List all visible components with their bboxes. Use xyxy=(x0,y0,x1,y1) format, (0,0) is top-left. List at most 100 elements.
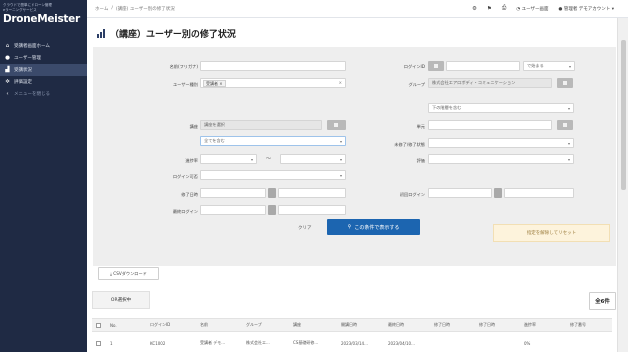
close-icon[interactable]: × xyxy=(339,80,342,85)
reset-button[interactable]: 指定を解除してリセット xyxy=(493,224,610,242)
table-cell xyxy=(570,334,608,352)
last-login-label: 最終ログイン xyxy=(172,209,198,214)
bar-chart-icon xyxy=(97,29,106,38)
login-id-clear-button[interactable] xyxy=(428,61,444,71)
group-hierarchy-value: 下の階層を含む xyxy=(432,105,462,110)
column-header[interactable]: 最終日時 xyxy=(388,319,428,331)
table-cell xyxy=(479,334,517,352)
group-label: グループ xyxy=(408,82,426,87)
range-tilde: 〜 xyxy=(266,156,272,162)
table-cell: 2023/03/14... xyxy=(341,340,368,346)
user-screen-link[interactable]: ◔ ユーザー画面 xyxy=(516,6,548,12)
progress-label: 進捗率 xyxy=(185,158,198,163)
group-select-button[interactable] xyxy=(557,78,573,88)
progress-min-select[interactable]: ▾ xyxy=(200,154,257,164)
first-login-to[interactable] xyxy=(504,188,574,198)
unit-select-button[interactable] xyxy=(557,120,573,130)
select-all-checkbox[interactable] xyxy=(96,319,104,331)
search-button-label: この条件で表示する xyxy=(354,224,400,231)
date-separator xyxy=(268,205,276,215)
logo: DroneMeister xyxy=(3,13,80,25)
breadcrumb-home[interactable]: ホーム xyxy=(95,6,108,12)
table-cell[interactable]: 受講者 デモ... xyxy=(200,334,240,352)
column-header[interactable]: ログインID xyxy=(150,319,188,331)
unit-input[interactable] xyxy=(428,120,552,130)
top-header: ホーム / (講座) ユーザー別の修了状況 ⚙ ⚑ ⎙ ◔ ユーザー画面 ● 管… xyxy=(87,0,628,18)
sidebar-item-label: ユーザー管理 xyxy=(14,56,41,61)
finish-date-label: 修了日時 xyxy=(181,192,198,197)
flag-icon[interactable]: ⚑ xyxy=(487,6,492,12)
scrollbar[interactable] xyxy=(617,18,628,352)
group-hierarchy-select[interactable]: 下の階層を含む ▾ xyxy=(428,103,574,113)
status-tab[interactable]: OR選択中 xyxy=(92,291,150,309)
table-cell: 0% xyxy=(524,340,531,346)
reset-button-label: 指定を解除してリセット xyxy=(526,231,577,236)
gear-icon[interactable]: ⚙ xyxy=(472,6,477,12)
page-title-text: （講座）ユーザー別の修了状況 xyxy=(110,30,236,40)
course-select-button[interactable] xyxy=(327,120,346,130)
sidebar-item-home[interactable]: ⌂ 受講者画面ホーム xyxy=(0,40,87,52)
finish-date-to[interactable] xyxy=(278,188,346,198)
printer-icon[interactable]: ⎙ xyxy=(502,5,506,12)
last-login-to[interactable] xyxy=(278,205,346,215)
login-id-input[interactable] xyxy=(446,61,520,71)
logo-area[interactable]: クラウドで簡単にドローン管理 eラーニングサービス DroneMeister xyxy=(0,0,87,40)
login-id-label: ログインID xyxy=(403,64,425,69)
first-login-label: 初回ログイン xyxy=(399,192,425,197)
scroll-thumb[interactable] xyxy=(621,40,626,190)
sidebar-item-status[interactable]: ▟ 受講状況 xyxy=(0,64,87,76)
evaluation-select[interactable]: ▾ xyxy=(428,154,574,164)
column-header[interactable]: 開講日時 xyxy=(341,319,381,331)
sidebar-item-label: 評価設定 xyxy=(14,80,32,85)
column-header[interactable]: 名前 xyxy=(200,319,240,331)
table-row[interactable]: 1 KC1002 受講者 デモ... 株式会社エ... CS基礎研修... 20… xyxy=(92,334,612,352)
account-name: 管理者 デモアカウント xyxy=(563,6,611,12)
page-title: （講座）ユーザー別の修了状況 xyxy=(97,27,236,40)
sidebar-item-close-menu[interactable]: ‹ メニューを閉じる xyxy=(0,88,87,100)
sidebar-item-users[interactable]: ● ユーザー管理 xyxy=(0,52,87,64)
last-login-from[interactable] xyxy=(200,205,266,215)
progress-max-select[interactable]: ▾ xyxy=(280,154,346,164)
first-login-from[interactable] xyxy=(428,188,492,198)
login-status-select[interactable]: ▾ xyxy=(200,170,346,180)
sidebar-item-evaluation[interactable]: ✲ 評価設定 xyxy=(0,76,87,88)
column-header[interactable]: No. xyxy=(110,319,132,331)
account-menu[interactable]: ● 管理者 デモアカウント ▾ xyxy=(559,6,615,12)
chevron-down-icon: ▾ xyxy=(568,64,571,69)
course-input[interactable]: 講座を選択 xyxy=(200,120,322,130)
sidebar-item-label: 受講状況 xyxy=(14,68,32,73)
evaluation-label: 評価 xyxy=(416,158,425,163)
completion-select[interactable]: ▾ xyxy=(428,138,574,148)
table-cell: 2023/04/10... xyxy=(388,340,415,346)
search-button[interactable]: ⚲ この条件で表示する xyxy=(327,219,420,235)
table-cell: 1 xyxy=(110,340,113,346)
row-checkbox[interactable] xyxy=(96,334,104,352)
table-cell: CS基礎研修... xyxy=(293,340,319,345)
column-header[interactable]: 修了日時 xyxy=(434,319,472,331)
column-header[interactable]: グループ xyxy=(246,319,286,331)
course-label: 講座 xyxy=(189,124,198,129)
breadcrumb-current: (講座) ユーザー別の修了状況 xyxy=(115,6,175,12)
column-header[interactable]: 修了番号 xyxy=(570,319,608,331)
finish-date-from[interactable] xyxy=(200,188,266,198)
home-icon: ⌂ xyxy=(5,43,10,49)
gear-icon: ✲ xyxy=(5,79,10,85)
chevron-down-icon: ▾ xyxy=(567,106,570,111)
user-type-tag[interactable]: 受講者 × xyxy=(203,80,226,87)
name-kana-label: 名前(フリガナ) xyxy=(169,64,198,69)
sidebar-item-label: 受講者画面ホーム xyxy=(14,44,50,49)
course-scope-select[interactable]: 全てを含む ▾ xyxy=(200,136,346,146)
clear-button[interactable]: クリア xyxy=(298,225,312,231)
group-input[interactable]: 株式会社エアロボディ・コミュニケーション xyxy=(428,78,552,88)
name-kana-input[interactable] xyxy=(200,61,346,71)
column-header[interactable]: 講座 xyxy=(293,319,333,331)
panel-notch xyxy=(345,248,359,255)
csv-download-button[interactable]: ⤓ CSVダウンロード xyxy=(98,267,159,280)
login-id-match-select[interactable]: で始まる ▾ xyxy=(523,61,575,71)
column-header[interactable]: 修了日時 xyxy=(479,319,517,331)
column-header[interactable]: 進捗率 xyxy=(524,319,562,331)
logo-tagline-2: eラーニングサービス xyxy=(3,7,37,12)
login-status-label: ログイン可否 xyxy=(172,174,198,179)
group-value: 株式会社エアロボディ・コミュニケーション xyxy=(432,80,516,85)
result-count-badge: 全6件 xyxy=(589,292,616,310)
